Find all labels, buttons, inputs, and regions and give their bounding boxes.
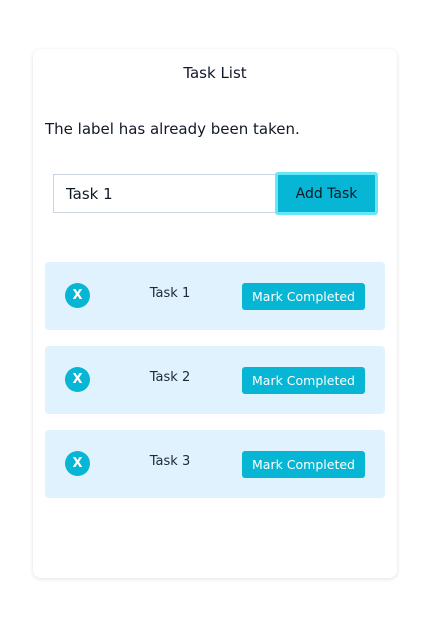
task-label: Task 3 (149, 454, 191, 469)
mark-completed-button[interactable]: Mark Completed (242, 451, 365, 478)
mark-completed-button[interactable]: Mark Completed (242, 367, 365, 394)
task-item: X Task 3 Mark Completed (45, 430, 385, 498)
task-list: X Task 1 Mark Completed X Task 2 Mark Co… (45, 262, 385, 514)
error-message: The label has already been taken. (45, 120, 300, 138)
task-list-card: Task List The label has already been tak… (33, 49, 397, 578)
add-task-button[interactable]: Add Task (275, 172, 378, 215)
task-label-input[interactable] (53, 174, 276, 213)
delete-task-button[interactable]: X (65, 367, 90, 392)
delete-task-button[interactable]: X (65, 283, 90, 308)
task-item: X Task 2 Mark Completed (45, 346, 385, 414)
delete-task-button[interactable]: X (65, 451, 90, 476)
mark-completed-button[interactable]: Mark Completed (242, 283, 365, 310)
task-label: Task 2 (149, 370, 191, 385)
page-title: Task List (183, 64, 247, 82)
task-label: Task 1 (149, 286, 191, 301)
task-item: X Task 1 Mark Completed (45, 262, 385, 330)
